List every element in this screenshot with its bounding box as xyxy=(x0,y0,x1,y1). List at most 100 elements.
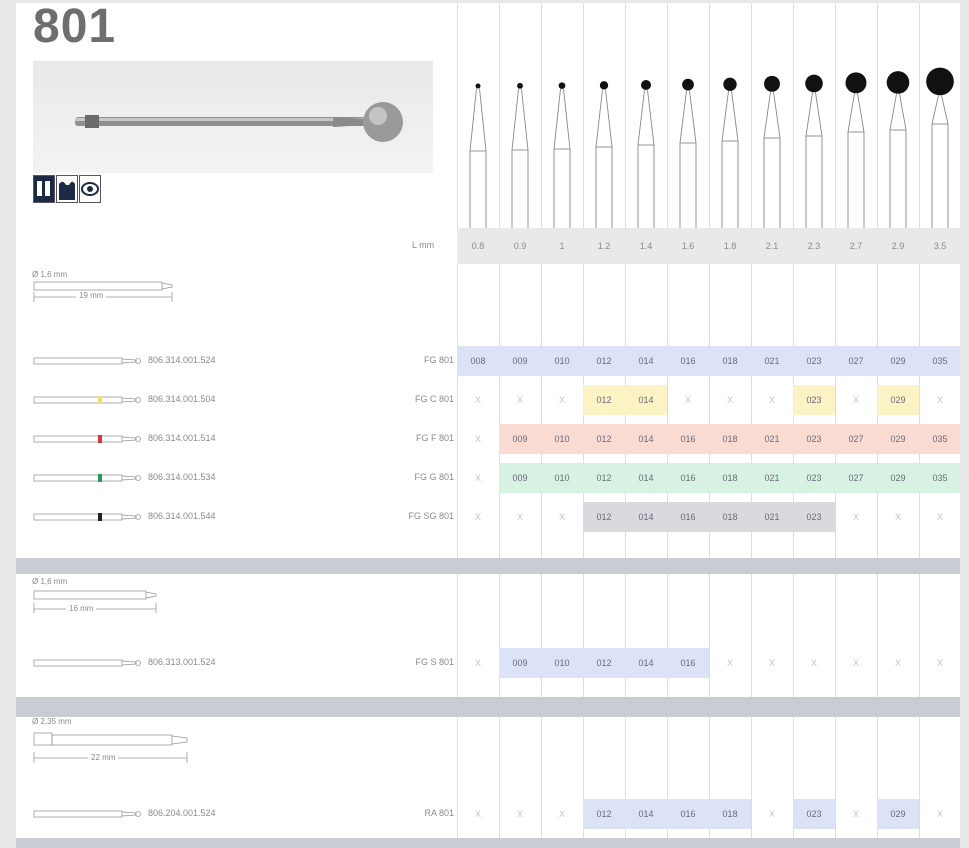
size-cell[interactable]: X xyxy=(541,385,583,415)
size-cell[interactable]: 012 xyxy=(583,424,625,454)
size-cell[interactable]: 018 xyxy=(709,346,751,376)
size-cell[interactable]: 016 xyxy=(667,346,709,376)
size-cell[interactable]: 010 xyxy=(541,424,583,454)
size-cell[interactable]: X xyxy=(877,502,919,532)
size-cell[interactable]: 014 xyxy=(625,424,667,454)
size-cell[interactable]: 009 xyxy=(499,424,541,454)
size-cell[interactable]: 027 xyxy=(835,346,877,376)
size-cell[interactable]: 035 xyxy=(919,424,960,454)
size-cell[interactable]: 023 xyxy=(793,385,835,415)
size-cell[interactable]: 009 xyxy=(499,346,541,376)
size-cell[interactable]: 029 xyxy=(877,424,919,454)
size-cell[interactable]: 012 xyxy=(583,463,625,493)
size-cell[interactable]: 008 xyxy=(457,346,499,376)
size-cell[interactable]: 021 xyxy=(751,346,793,376)
size-cell[interactable]: X xyxy=(919,648,960,678)
shank-drawing-1 xyxy=(33,281,173,302)
size-cell[interactable]: 009 xyxy=(499,648,541,678)
size-cell[interactable]: 035 xyxy=(919,463,960,493)
bur-diagram xyxy=(805,74,823,228)
size-cell[interactable]: X xyxy=(457,424,499,454)
size-value: 1 xyxy=(559,241,565,251)
size-cell[interactable]: 021 xyxy=(751,463,793,493)
size-cell[interactable]: 009 xyxy=(499,463,541,493)
size-cell[interactable]: 016 xyxy=(667,799,709,829)
size-cell[interactable]: X xyxy=(919,385,960,415)
size-cell[interactable]: 012 xyxy=(583,385,625,415)
article-number: 806.314.001.504 xyxy=(148,394,216,404)
size-cell[interactable]: 023 xyxy=(793,463,835,493)
size-cell[interactable]: 016 xyxy=(667,463,709,493)
size-cell[interactable]: 029 xyxy=(877,463,919,493)
size-cell[interactable]: 029 xyxy=(877,799,919,829)
size-cell[interactable]: 012 xyxy=(583,648,625,678)
size-cell[interactable]: X xyxy=(919,799,960,829)
row-shank-icon xyxy=(33,435,141,443)
size-cell[interactable]: X xyxy=(499,502,541,532)
size-cell[interactable]: 027 xyxy=(835,463,877,493)
bur-diagram xyxy=(845,72,867,228)
size-cell[interactable]: X xyxy=(499,385,541,415)
size-cell[interactable]: 018 xyxy=(709,463,751,493)
size-cell[interactable]: 014 xyxy=(625,463,667,493)
size-cell[interactable]: 035 xyxy=(919,346,960,376)
size-cell[interactable]: 012 xyxy=(583,799,625,829)
size-cell[interactable]: 018 xyxy=(709,502,751,532)
shank-length-2: 16 mm xyxy=(66,604,97,613)
size-cell[interactable]: X xyxy=(499,799,541,829)
size-cell[interactable]: 012 xyxy=(583,502,625,532)
size-cell[interactable]: 023 xyxy=(793,346,835,376)
size-cell[interactable]: X xyxy=(541,502,583,532)
article-number: 806.314.001.534 xyxy=(148,472,216,482)
size-cell[interactable]: 012 xyxy=(583,346,625,376)
bur-diagram xyxy=(679,78,697,228)
size-cell[interactable]: X xyxy=(877,648,919,678)
size-cell[interactable]: 014 xyxy=(625,799,667,829)
size-cell[interactable]: X xyxy=(709,385,751,415)
size-cell[interactable]: 016 xyxy=(667,648,709,678)
size-cell[interactable]: 027 xyxy=(835,424,877,454)
size-cell[interactable]: X xyxy=(835,502,877,532)
size-cell[interactable]: 014 xyxy=(625,502,667,532)
size-cell[interactable]: X xyxy=(835,799,877,829)
row-shank-icon xyxy=(33,659,141,667)
size-cell[interactable]: X xyxy=(457,385,499,415)
size-value: 1.2 xyxy=(597,241,611,251)
bur-diagram xyxy=(511,82,529,228)
size-cell[interactable]: X xyxy=(751,648,793,678)
size-cell[interactable]: 010 xyxy=(541,648,583,678)
size-cell[interactable]: X xyxy=(751,799,793,829)
size-cell[interactable]: X xyxy=(751,385,793,415)
size-cell[interactable]: 021 xyxy=(751,502,793,532)
size-cell[interactable]: 016 xyxy=(667,424,709,454)
size-cell[interactable]: 014 xyxy=(625,648,667,678)
size-cell[interactable]: 023 xyxy=(793,424,835,454)
size-cell[interactable]: 014 xyxy=(625,385,667,415)
size-cell[interactable]: 029 xyxy=(877,385,919,415)
bur-diagram xyxy=(637,79,655,228)
size-cell[interactable]: 016 xyxy=(667,502,709,532)
size-cell[interactable]: X xyxy=(457,502,499,532)
size-cell[interactable]: X xyxy=(457,799,499,829)
size-cell[interactable]: 018 xyxy=(709,424,751,454)
size-cell[interactable]: 023 xyxy=(793,502,835,532)
size-cell[interactable]: 023 xyxy=(793,799,835,829)
size-cell[interactable]: X xyxy=(835,385,877,415)
size-cell[interactable]: X xyxy=(457,648,499,678)
size-cell[interactable]: X xyxy=(457,463,499,493)
size-cell[interactable]: 018 xyxy=(709,799,751,829)
size-cell[interactable]: X xyxy=(793,648,835,678)
size-cell[interactable]: 021 xyxy=(751,424,793,454)
size-cell[interactable]: 010 xyxy=(541,346,583,376)
size-cell[interactable]: X xyxy=(835,648,877,678)
article-number: 806.314.001.514 xyxy=(148,433,216,443)
size-cell[interactable]: X xyxy=(667,385,709,415)
size-cell[interactable]: 010 xyxy=(541,463,583,493)
size-cell[interactable]: 014 xyxy=(625,346,667,376)
size-cell[interactable]: X xyxy=(709,648,751,678)
size-cell[interactable]: X xyxy=(541,799,583,829)
size-cell[interactable]: X xyxy=(919,502,960,532)
section-separator xyxy=(16,838,960,848)
size-cell[interactable]: 029 xyxy=(877,346,919,376)
shank-length-3: 22 mm xyxy=(88,753,119,762)
